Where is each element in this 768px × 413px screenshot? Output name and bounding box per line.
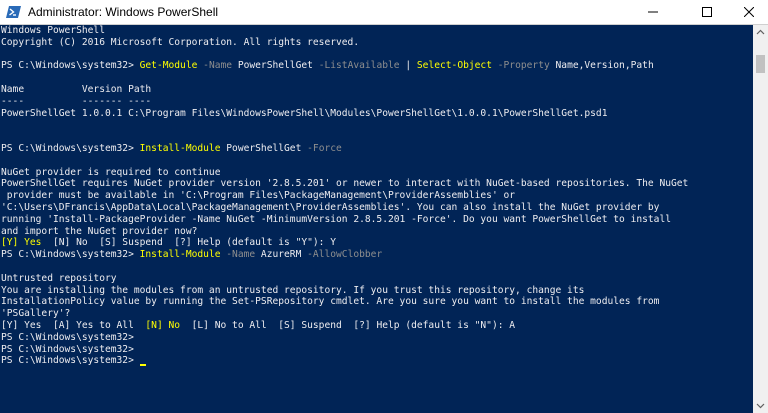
minimize-icon (648, 11, 658, 13)
console-line: Untrusted repository (1, 272, 117, 284)
choice-options: [N] No [S] Suspend [?] Help (default is … (41, 237, 337, 249)
console-line: 'PSGallery'? (1, 308, 71, 320)
prompt: PS C:\Windows\system32> (1, 60, 140, 72)
cmdlet-name: Install-Module (139, 142, 221, 154)
cmdlet-name: Get-Module (139, 60, 198, 72)
prompt: PS C:\Windows\system32> (1, 249, 140, 261)
console-line: InstallationPolicy value by running the … (1, 296, 660, 308)
powershell-window: Administrator: Windows PowerShell Window… (0, 0, 768, 413)
console-line: PowerShellGet requires NuGet provider ve… (1, 178, 689, 190)
window-title: Administrator: Windows PowerShell (28, 5, 219, 19)
parameter: -ListAvailable (312, 60, 400, 72)
console-line: NuGet provider is required to continue (1, 166, 221, 178)
scroll-up-arrow-icon[interactable] (756, 28, 765, 37)
close-icon (744, 7, 754, 17)
argument: PowerShellGet (220, 142, 302, 154)
minimize-button[interactable] (630, 0, 676, 24)
cmdlet-name: Select-Object (416, 60, 492, 72)
scrollbar-thumb[interactable] (756, 55, 765, 73)
pipe-operator: | (399, 60, 417, 72)
console-prompt-line: PS C:\Windows\system32> (1, 343, 134, 355)
parameter: -Property (491, 60, 550, 72)
default-choice: [Y] Yes (1, 237, 42, 249)
argument: Name,Version,Path (549, 60, 654, 72)
console-output[interactable]: Windows PowerShell Copyright (C) 2016 Mi… (0, 25, 753, 413)
vertical-scrollbar[interactable] (753, 25, 768, 413)
scroll-down-arrow-icon[interactable] (756, 401, 765, 410)
choice-options: [L] No to All [S] Suspend [?] Help (defa… (180, 319, 516, 331)
maximize-icon (702, 7, 712, 17)
default-choice: [N] No (145, 319, 181, 331)
choice-options: [Y] Yes [A] Yes to All (1, 319, 146, 331)
console-prompt-choice: [Y] Yes [N] No [S] Suspend [?] Help (def… (1, 237, 753, 249)
parameter: -Force (301, 142, 342, 154)
console-prompt-choice: [Y] Yes [A] Yes to All [N] No [L] No to … (1, 320, 753, 332)
console-command-line: PS C:\Windows\system32> Install-Module -… (1, 249, 753, 261)
powershell-icon (6, 6, 21, 18)
console-line: 'C:\Users\DFrancis\AppData\Local\Package… (1, 201, 660, 213)
argument: AzureRM (255, 249, 302, 261)
parameter: -Name (197, 60, 233, 72)
table-header-underline: ---- ------- ---- (1, 95, 152, 107)
console-line: running 'Install-PackageProvider -Name N… (1, 213, 672, 225)
prompt: PS C:\Windows\system32> (1, 142, 140, 154)
table-header: Name Version Path (1, 83, 152, 95)
parameter: -AllowClobber (301, 249, 383, 261)
console-prompt-line: PS C:\Windows\system32> (1, 331, 134, 343)
console-command-line: PS C:\Windows\system32> Install-Module P… (1, 143, 753, 155)
console-line: Windows PowerShell (1, 25, 105, 36)
console-command-line: PS C:\Windows\system32> Get-Module -Name… (1, 60, 753, 72)
argument: PowerShellGet (232, 60, 313, 72)
title-bar[interactable]: Administrator: Windows PowerShell (0, 0, 768, 25)
table-row: PowerShellGet 1.0.0.1 C:\Program Files\W… (1, 107, 608, 119)
parameter: -Name (220, 249, 256, 261)
console-line: provider must be available in 'C:\Progra… (1, 190, 516, 202)
console-input-line[interactable]: PS C:\Windows\system32> (1, 355, 753, 367)
maximize-button[interactable] (684, 0, 730, 24)
prompt: PS C:\Windows\system32> (1, 355, 140, 367)
close-button[interactable] (726, 0, 768, 24)
cmdlet-name: Install-Module (139, 249, 221, 261)
console-line: You are installing the modules from an u… (1, 284, 585, 296)
console-line: Copyright (C) 2016 Microsoft Corporation… (1, 36, 360, 48)
console-line: and import the NuGet provider now? (1, 225, 198, 237)
text-cursor (139, 364, 146, 367)
